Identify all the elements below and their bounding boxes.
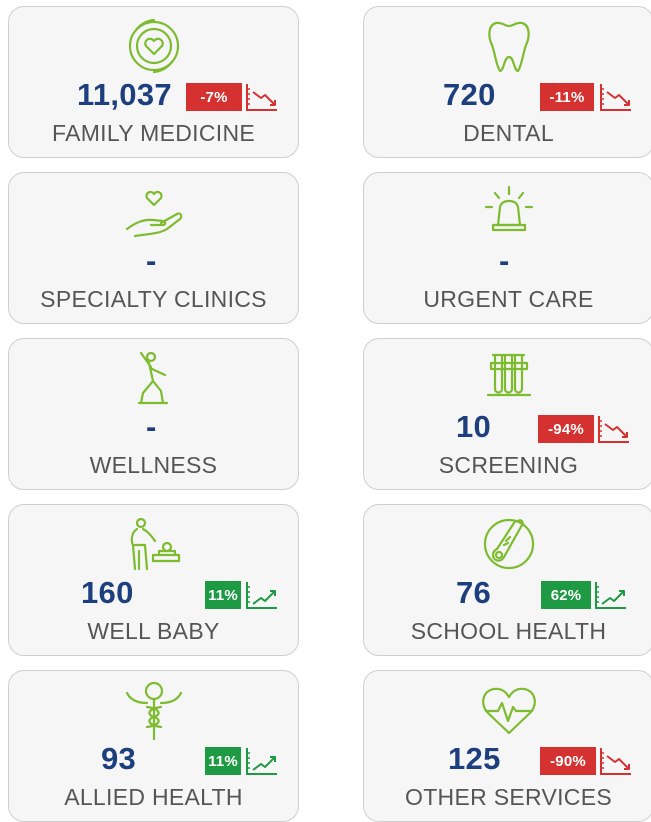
siren-icon	[364, 179, 651, 245]
metric-label: SPECIALTY CLINICS	[40, 286, 267, 312]
card-specialty-clinics[interactable]: - SPECIALTY CLINICS	[8, 172, 299, 324]
tooth-icon	[364, 13, 651, 79]
metric-label: SCREENING	[438, 452, 579, 478]
change-badge: -94%	[538, 415, 594, 443]
metric-value: 76	[456, 575, 492, 610]
hand-heart-icon	[9, 179, 298, 245]
metric-label: URGENT CARE	[423, 286, 594, 312]
trend-up-icon	[593, 579, 629, 611]
metric-label: FAMILY MEDICINE	[51, 120, 256, 146]
change-badge: 11%	[205, 581, 241, 609]
metric-value: 125	[448, 741, 501, 776]
trend-down-icon	[596, 413, 632, 445]
metric-value: -	[499, 243, 510, 278]
card-urgent-care[interactable]: - URGENT CARE	[363, 172, 651, 324]
metric-value: 720	[443, 77, 496, 112]
card-wellness[interactable]: - WELLNESS	[8, 338, 299, 490]
card-other-services[interactable]: 125 -90% OTHER SERVICES	[363, 670, 651, 822]
metric-label: DENTAL	[463, 120, 554, 146]
trend-down-icon	[244, 81, 280, 113]
metric-label: WELL BABY	[87, 618, 220, 644]
metric-value: 11,037	[77, 77, 172, 112]
yoga-pose-icon	[9, 345, 298, 411]
test-tubes-icon	[364, 345, 651, 411]
heart-circle-icon	[9, 13, 298, 79]
trend-down-icon	[598, 81, 634, 113]
metric-label: OTHER SERVICES	[405, 784, 612, 810]
change-badge: 62%	[541, 581, 591, 609]
baby-care-icon	[9, 511, 298, 577]
caduceus-icon	[9, 677, 298, 743]
metric-label: WELLNESS	[89, 452, 218, 478]
metric-label: SCHOOL HEALTH	[410, 618, 607, 644]
heartbeat-icon	[364, 677, 651, 743]
card-family-medicine[interactable]: 11,037 -7% FAMILY MEDICINE	[8, 6, 299, 158]
trend-up-icon	[244, 579, 280, 611]
card-school-health[interactable]: 76 62% SCHOOL HEALTH	[363, 504, 651, 656]
metric-value: -	[146, 409, 157, 444]
metric-label: ALLIED HEALTH	[64, 784, 243, 810]
metric-value: -	[146, 243, 157, 278]
metric-value: 93	[101, 741, 137, 776]
card-screening[interactable]: 10 -94% SCREENING	[363, 338, 651, 490]
card-well-baby[interactable]: 160 11% WELL BABY	[8, 504, 299, 656]
change-badge: -11%	[540, 83, 594, 111]
change-badge: -90%	[540, 747, 596, 775]
card-dental[interactable]: 720 -11% DENTAL	[363, 6, 651, 158]
metric-value: 10	[456, 409, 492, 444]
thermometer-icon	[364, 511, 651, 577]
trend-down-icon	[598, 745, 634, 777]
card-allied-health[interactable]: 93 11% ALLIED HEALTH	[8, 670, 299, 822]
trend-up-icon	[244, 745, 280, 777]
change-badge: 11%	[205, 747, 241, 775]
change-badge: -7%	[186, 83, 242, 111]
metric-value: 160	[81, 575, 134, 610]
